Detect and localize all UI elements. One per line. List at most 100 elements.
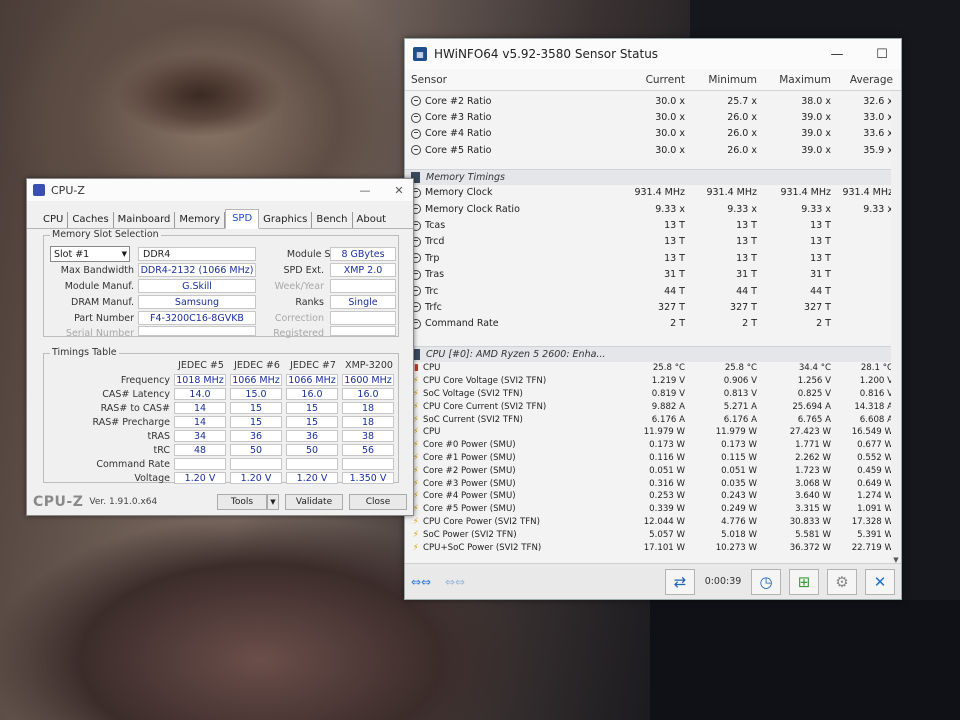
sensor-min-value: 0.051 W [721,465,757,476]
desktop-background-bottom [650,600,960,720]
sensor-row[interactable]: Memory Clock 931.4 MHz 931.4 MHz 931.4 MHz 9… [405,185,901,201]
close-button[interactable]: Close [349,494,407,510]
minimize-button[interactable]: — [818,47,856,62]
sensor-row[interactable]: Command Rate 2 T 2 T 2 T [405,316,901,332]
column-maximum[interactable]: Maximum [757,74,831,86]
sensor-row[interactable]: ⚡ SoC Power (SVI2 TFN) 5.057 W 5.018 W 5.581… [405,528,901,541]
sensor-row[interactable]: ⚡ CPU 11.979 W 11.979 W 27.423 W 16.549 W [405,426,901,439]
sensor-min-value: 0.115 W [721,453,757,464]
sensor-row[interactable]: ⚡ CPU Core Power (SVI2 TFN) 12.044 W 4.776 … [405,516,901,529]
timing-value: 14.0 [174,388,226,400]
tab-about[interactable]: About [353,212,391,228]
sensor-name: Memory Clock Ratio [425,203,520,215]
tab-memory[interactable]: Memory [175,212,226,228]
clock-icon [411,96,421,107]
sensor-min-value: 2 T [742,318,757,330]
memory-timings-group[interactable]: Memory Timings [405,168,901,185]
sensor-name: Tcas [425,220,446,232]
minimize-button[interactable]: — [351,184,379,197]
sensor-max-value: 31 T [810,269,831,281]
sensor-row[interactable]: Trcd 13 T 13 T 13 T [405,234,901,250]
tab-mainboard[interactable]: Mainboard [114,212,176,228]
sensor-row[interactable]: ⚡ Core #3 Power (SMU) 0.316 W 0.035 W 3.068 … [405,477,901,490]
timing-row-label: Voltage [134,473,170,484]
close-icon[interactable]: ✕ [865,568,895,595]
column-minimum[interactable]: Minimum [685,74,757,86]
sensor-row[interactable]: ⚡ CPU Core Voltage (SVI2 TFN) 1.219 V 0.906… [405,375,901,388]
timing-value: 1.20 V [174,472,226,484]
sensor-row[interactable]: ⚡ SoC Voltage (SVI2 TFN) 0.819 V 0.813 V 0.8… [405,388,901,401]
cpu-group[interactable]: CPU [#0]: AMD Ryzen 5 2600: Enha... [405,346,901,363]
tools-dropdown-icon[interactable]: ▼ [267,494,279,510]
cpuz-title-bar[interactable]: CPU-Z — ✕ [27,179,413,201]
timing-column-header: JEDEC #6 [234,360,280,371]
sensor-row[interactable]: Core #3 Ratio 30.0 x 26.0 x 39.0 x 33.0 x [405,109,901,125]
navigate-arrows-icon[interactable]: ⇔⇔ [411,575,437,589]
sensor-max-value: 1.723 W [795,465,831,476]
timing-value [286,458,338,470]
timing-row-label: CAS# Latency [102,389,170,400]
network-icon[interactable]: ⇄ [665,568,695,595]
sensor-row[interactable]: Trc 44 T 44 T 44 T [405,283,901,299]
sensor-name: SoC Current (SVI2 TFN) [423,414,523,425]
clock-icon [411,145,421,156]
slot-select[interactable]: Slot #1 ▼ [50,246,130,262]
tab-spd[interactable]: SPD [225,209,260,229]
sensor-name: Trfc [425,301,442,313]
sensor-cur-value: 17.101 W [643,542,685,553]
sensor-row[interactable]: ⚡ Core #0 Power (SMU) 0.173 W 0.173 W 1.771 … [405,439,901,452]
sensor-row[interactable]: Tcas 13 T 13 T 13 T [405,217,901,233]
timing-value: 16.0 [342,388,394,400]
sensor-row[interactable]: Core #5 Ratio 30.0 x 26.0 x 39.0 x 35.9 x [405,142,901,158]
navigate-arrows-alt-icon[interactable]: ⇔⇔ [445,575,471,589]
validate-button[interactable]: Validate [285,494,343,510]
close-icon[interactable]: ✕ [385,184,413,197]
maximize-button[interactable]: ☐ [863,47,901,62]
sensor-max-value: 3.068 W [795,478,831,489]
cpuz-title: CPU-Z [51,183,85,197]
sensor-row[interactable]: ⚡ Core #2 Power (SMU) 0.051 W 0.051 W 1.723 … [405,464,901,477]
tools-button[interactable]: Tools [217,494,267,510]
tab-cpu[interactable]: CPU [39,212,69,228]
add-report-icon[interactable]: ⊞ [789,568,819,595]
sensor-name-cell: Core #5 Ratio [405,145,615,156]
sensor-row[interactable]: Trfc 327 T 327 T 327 T [405,299,901,315]
column-sensor[interactable]: Sensor [405,74,615,86]
sensor-row[interactable]: ⚡ Core #1 Power (SMU) 0.116 W 0.115 W 2.262 … [405,452,901,465]
sensor-name-cell: ⚡ CPU Core Power (SVI2 TFN) [405,517,615,527]
settings-gear-icon[interactable]: ⚙ [827,568,857,595]
sensor-row[interactable]: Tras 31 T 31 T 31 T [405,267,901,283]
sensor-name: Core #4 Ratio [425,128,492,140]
sensor-row[interactable]: ⚡ Core #5 Power (SMU) 0.339 W 0.249 W 3.315 … [405,503,901,516]
tab-bench[interactable]: Bench [312,212,353,228]
sensor-max-value: 38.0 x [801,95,831,107]
column-current[interactable]: Current [615,74,685,86]
sensor-row[interactable]: Memory Clock Ratio 9.33 x 9.33 x 9.33 x 9.33… [405,201,901,217]
sensor-row[interactable]: Core #2 Ratio 30.0 x 25.7 x 38.0 x 32.6 x [405,93,901,109]
timing-value: 15 [286,416,338,428]
sensor-name: Core #2 Power (SMU) [423,465,516,476]
timing-value: 15 [230,402,282,414]
column-average[interactable]: Average [831,74,893,86]
tab-caches[interactable]: Caches [68,212,114,228]
tab-graphics[interactable]: Graphics [259,212,313,228]
module-size: 8 GBytes [330,247,396,261]
sensor-max-value: 327 T [804,301,831,313]
sensor-avg-value: 14.318 A [854,401,893,412]
clock-icon[interactable]: ◷ [751,568,781,595]
sensor-row[interactable]: Trp 13 T 13 T 13 T [405,250,901,266]
sensor-row[interactable]: ⚡ Core #4 Power (SMU) 0.253 W 0.243 W 3.640 … [405,490,901,503]
sensor-row[interactable]: ▮ CPU 25.8 °C 25.8 °C 34.4 °C 28.1 °C [405,362,901,375]
sensor-row[interactable]: ⚡ CPU+SoC Power (SVI2 TFN) 17.101 W 10.273 … [405,541,901,554]
sensor-name: Core #5 Power (SMU) [423,504,516,515]
sensor-row[interactable]: Core #4 Ratio 30.0 x 26.0 x 39.0 x 33.6 x [405,126,901,142]
sensor-max-value: 39.0 x [801,144,831,156]
sensor-list[interactable]: Core #2 Ratio 30.0 x 25.7 x 38.0 x 32.6 x Cor… [405,91,901,554]
hwinfo-title-bar[interactable]: ▦ HWiNFO64 v5.92-3580 Sensor Status — ☐ [405,39,901,69]
sensor-scrollbar[interactable]: ▼ [891,91,901,565]
sensor-row[interactable]: ⚡ CPU Core Current (SVI2 TFN) 9.882 A 5.271… [405,400,901,413]
sensor-name-cell: ⚡ Core #5 Power (SMU) [405,504,615,514]
sensor-min-value: 25.7 x [727,95,757,107]
sensor-row[interactable]: ⚡ SoC Current (SVI2 TFN) 6.176 A 6.176 A 6.7… [405,413,901,426]
timing-value: 1018 MHz [174,374,226,386]
